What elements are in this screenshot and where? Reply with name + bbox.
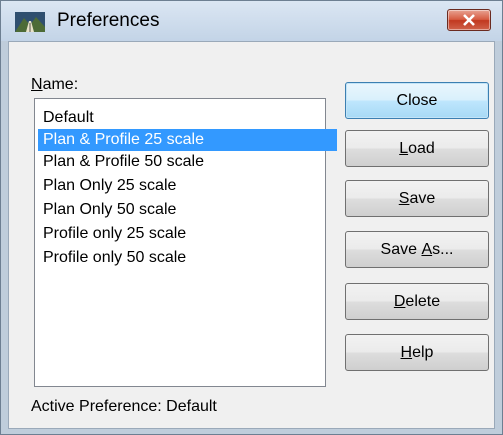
preferences-dialog: Preferences Name: Default Plan & Profile…	[0, 0, 503, 435]
save-as-button[interactable]: Save As...	[345, 231, 489, 268]
save-as-button-prefix: Save	[380, 240, 422, 258]
delete-button-mnemonic: D	[393, 292, 406, 310]
help-button-label: elp	[412, 343, 434, 361]
save-as-button-mnemonic: A	[421, 240, 433, 258]
close-icon	[463, 14, 475, 26]
list-item[interactable]: Default	[38, 107, 337, 129]
help-button-mnemonic: H	[400, 343, 413, 361]
save-button-label: ave	[409, 189, 436, 207]
list-item[interactable]: Profile only 25 scale	[38, 223, 337, 245]
window-title: Preferences	[57, 10, 160, 31]
delete-button-label: elete	[405, 292, 441, 310]
list-item[interactable]: Plan Only 50 scale	[38, 199, 337, 221]
help-button[interactable]: Help	[345, 334, 489, 371]
load-button-label: oad	[408, 139, 435, 157]
delete-button[interactable]: Delete	[345, 283, 489, 320]
active-preference-status: Active Preference: Default	[31, 398, 217, 415]
list-item[interactable]: Plan & Profile 50 scale	[38, 151, 337, 173]
load-button[interactable]: Load	[345, 130, 489, 167]
name-label: Name:	[31, 75, 78, 94]
save-button-mnemonic: S	[398, 189, 410, 207]
landscape-road-icon	[15, 12, 45, 32]
list-item[interactable]: Plan Only 25 scale	[38, 175, 337, 197]
title-bar[interactable]: Preferences	[1, 1, 502, 41]
list-item-selected[interactable]: Plan & Profile 25 scale	[38, 129, 337, 151]
save-as-button-label: s...	[432, 240, 454, 258]
name-label-rest: ame:	[42, 76, 79, 93]
name-label-mnemonic: N	[31, 76, 43, 93]
save-button[interactable]: Save	[345, 180, 489, 217]
close-button-label: Close	[396, 91, 438, 109]
preferences-list[interactable]: Default Plan & Profile 25 scale Plan & P…	[34, 98, 337, 387]
dialog-body: Name: Default Plan & Profile 25 scale Pl…	[8, 41, 495, 429]
list-item[interactable]: Profile only 50 scale	[38, 247, 337, 269]
close-button[interactable]: Close	[345, 82, 489, 119]
close-window-button[interactable]	[447, 9, 491, 31]
load-button-mnemonic: L	[399, 139, 409, 157]
